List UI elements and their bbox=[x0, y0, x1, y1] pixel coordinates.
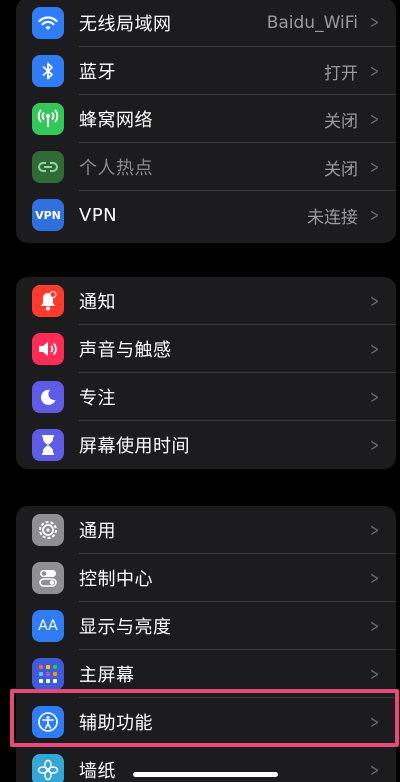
row-screen-time[interactable]: 屏幕使用时间 > bbox=[16, 421, 396, 469]
row-label: VPN bbox=[79, 204, 118, 226]
bluetooth-icon bbox=[32, 55, 64, 87]
chevron-right-icon: > bbox=[369, 663, 379, 685]
home-screen-grid-icon bbox=[32, 658, 64, 690]
chevron-right-icon: > bbox=[369, 759, 379, 781]
accessibility-icon bbox=[32, 706, 64, 738]
row-label: 墙纸 bbox=[79, 761, 116, 782]
chevron-right-icon: > bbox=[369, 615, 379, 637]
row-label: 主屏幕 bbox=[79, 665, 135, 686]
row-label: 专注 bbox=[79, 388, 116, 409]
row-label: 屏幕使用时间 bbox=[79, 436, 190, 457]
settings-group-connectivity: 无线局域网 Baidu_WiFi > 蓝牙 打开 > 蜂窝网络 关闭 > 个人热… bbox=[16, 0, 396, 243]
chevron-right-icon: > bbox=[369, 156, 379, 178]
row-label: 通用 bbox=[79, 521, 116, 542]
row-value: 打开 bbox=[324, 63, 358, 84]
chevron-right-icon: > bbox=[369, 434, 379, 456]
row-home-screen[interactable]: 主屏幕 > bbox=[16, 650, 396, 698]
row-wifi[interactable]: 无线局域网 Baidu_WiFi > bbox=[16, 0, 396, 47]
vpn-icon: VPN bbox=[32, 199, 64, 231]
toggle-switches-icon bbox=[32, 562, 64, 594]
chevron-right-icon: > bbox=[369, 567, 379, 589]
row-cellular[interactable]: 蜂窝网络 关闭 > bbox=[16, 95, 396, 143]
cellular-antenna-icon bbox=[32, 103, 64, 135]
row-label: 通知 bbox=[79, 292, 116, 313]
row-label: 显示与亮度 bbox=[79, 617, 172, 638]
home-indicator bbox=[133, 772, 278, 777]
row-display-brightness[interactable]: AA 显示与亮度 > bbox=[16, 602, 396, 650]
row-value: 关闭 bbox=[324, 159, 358, 180]
row-label: 蓝牙 bbox=[79, 62, 116, 83]
row-label: 控制中心 bbox=[79, 569, 153, 590]
row-accessibility[interactable]: 辅助功能 > bbox=[16, 698, 396, 746]
settings-group-notifications: 通知 > 声音与触感 > 专注 > 屏幕使用时间 > bbox=[16, 277, 396, 469]
gear-icon bbox=[32, 514, 64, 546]
chevron-right-icon: > bbox=[369, 204, 379, 226]
chevron-right-icon: > bbox=[369, 519, 379, 541]
chevron-right-icon: > bbox=[369, 338, 379, 360]
row-value: Baidu_WiFi bbox=[266, 12, 358, 33]
row-control-center[interactable]: 控制中心 > bbox=[16, 554, 396, 602]
chevron-right-icon: > bbox=[369, 290, 379, 312]
row-general[interactable]: 通用 > bbox=[16, 506, 396, 554]
chevron-right-icon: > bbox=[369, 60, 379, 82]
row-vpn[interactable]: VPN VPN 未连接 > bbox=[16, 191, 396, 239]
row-label: 个人热点 bbox=[79, 158, 153, 179]
row-personal-hotspot[interactable]: 个人热点 关闭 > bbox=[16, 143, 396, 191]
row-bluetooth[interactable]: 蓝牙 打开 > bbox=[16, 47, 396, 95]
speaker-icon bbox=[32, 333, 64, 365]
row-value: 未连接 bbox=[307, 207, 358, 228]
wallpaper-flower-icon bbox=[32, 754, 64, 782]
row-label: 声音与触感 bbox=[79, 340, 172, 361]
wifi-icon bbox=[32, 6, 64, 39]
row-label: 蜂窝网络 bbox=[79, 110, 153, 131]
chevron-right-icon: > bbox=[369, 12, 379, 33]
text-size-icon: AA bbox=[32, 610, 64, 642]
row-label: 无线局域网 bbox=[79, 13, 172, 35]
hourglass-icon bbox=[32, 429, 64, 461]
row-label: 辅助功能 bbox=[79, 713, 153, 734]
chevron-right-icon: > bbox=[369, 108, 379, 130]
chevron-right-icon: > bbox=[369, 711, 379, 733]
moon-icon bbox=[32, 381, 64, 413]
row-focus[interactable]: 专注 > bbox=[16, 373, 396, 421]
personal-hotspot-icon bbox=[32, 151, 64, 183]
notification-bell-icon bbox=[32, 285, 64, 317]
row-value: 关闭 bbox=[324, 111, 358, 132]
row-notifications[interactable]: 通知 > bbox=[16, 277, 396, 325]
settings-group-general: 通用 > 控制中心 > AA 显示与亮度 > 主屏幕 > 辅助功能 > 墙纸 > bbox=[16, 506, 396, 782]
row-sounds-haptics[interactable]: 声音与触感 > bbox=[16, 325, 396, 373]
chevron-right-icon: > bbox=[369, 386, 379, 408]
